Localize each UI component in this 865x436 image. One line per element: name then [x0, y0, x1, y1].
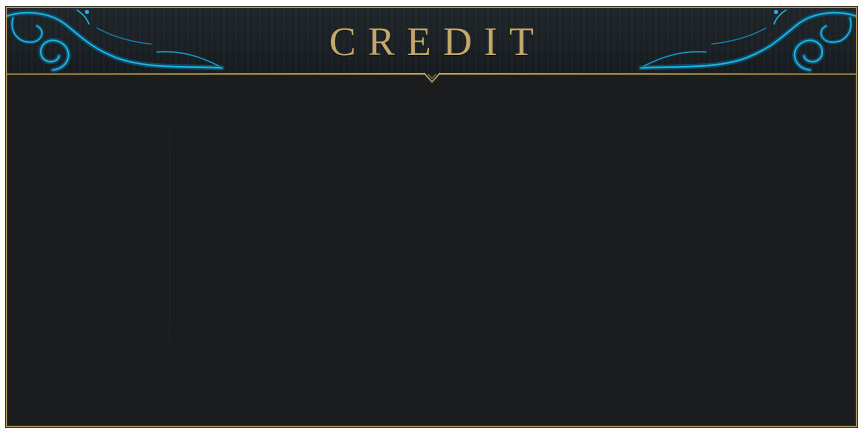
credits-content-area — [7, 75, 856, 426]
filigree-ornament-icon — [638, 9, 856, 73]
dialog-header: CREDIT — [7, 8, 856, 75]
content-divider — [169, 99, 170, 371]
credits-dialog: CREDIT — [6, 7, 857, 427]
